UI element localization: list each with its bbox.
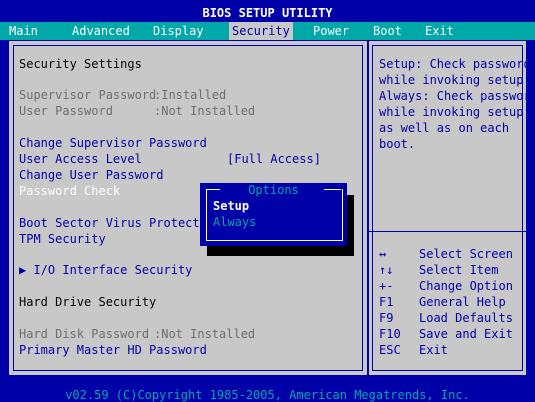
key-select-item-desc: Select Item [419,263,499,277]
help-text-line: as well as on each [379,121,510,135]
help-panel-divider [369,231,526,232]
title-bar: BIOS SETUP UTILITY [0,6,535,20]
option-always[interactable]: Always [213,215,256,229]
user-access-level-label[interactable]: User Access Level [19,152,142,166]
supervisor-password-label: Supervisor Password [19,88,157,102]
menu-power[interactable]: Power [310,22,352,40]
change-supervisor-password-item[interactable]: Change Supervisor Password [19,136,207,150]
help-panel: Setup: Check password while invoking set… [369,41,535,375]
key-f10-desc: Save and Exit [419,327,513,341]
password-check-item[interactable]: Password Check [19,184,120,198]
copyright-text: v02.59 (C)Copyright 1985-2005, American … [65,388,470,402]
hard-disk-password-value: :Not Installed [154,327,256,341]
option-setup[interactable]: Setup [213,199,249,213]
menu-advanced[interactable]: Advanced [69,22,133,40]
bios-screen: BIOS SETUP UTILITY Main Advanced Display… [0,0,535,402]
key-esc-desc: Exit [419,343,448,357]
help-text-line: Always: Check password [379,89,535,103]
tpm-security-item[interactable]: TPM Security [19,232,106,246]
key-f9: F9 [379,311,394,325]
user-password-label: User Password [19,104,113,118]
key-f10: F10 [379,327,401,341]
menu-exit[interactable]: Exit [422,22,457,40]
key-select-screen-icon: ↔ [379,247,387,261]
menu-bar: Main Advanced Display Security Power Boo… [0,22,535,40]
options-popup: Options Setup Always [200,183,347,246]
menu-display[interactable]: Display [150,22,207,40]
menu-main[interactable]: Main [6,22,41,40]
key-f9-desc: Load Defaults [419,311,513,325]
hard-disk-password-label: Hard Disk Password [19,327,150,341]
user-password-value: :Not Installed [154,104,256,118]
help-text-line: boot. [379,137,416,151]
key-esc: ESC [379,343,401,357]
key-f1-desc: General Help [419,295,506,309]
help-text-line: while invoking setup. [379,73,531,87]
key-f1: F1 [379,295,394,309]
section-title-security-settings: Security Settings [19,57,142,71]
supervisor-password-value: :Installed [154,88,227,102]
menu-security[interactable]: Security [229,22,293,40]
help-text-line: while invoking setup [379,105,524,119]
footer-bar: v02.59 (C)Copyright 1985-2005, American … [0,386,535,402]
section-title-hard-drive-security: Hard Drive Security [19,295,157,309]
options-popup-title: Options [248,183,299,197]
primary-master-hd-password-item[interactable]: Primary Master HD Password [19,343,207,357]
menu-boot[interactable]: Boot [370,22,405,40]
change-user-password-item[interactable]: Change User Password [19,168,164,182]
io-interface-security-item[interactable]: ▶ I/O Interface Security [19,263,192,277]
key-change-option: +- [379,279,394,293]
boot-sector-virus-protection-item[interactable]: Boot Sector Virus Protectio [19,216,214,230]
user-access-level-value[interactable]: [Full Access] [227,152,321,166]
window-title: BIOS SETUP UTILITY [202,6,333,20]
key-change-option-desc: Change Option [419,279,513,293]
key-select-item-icon: ↑↓ [379,263,394,277]
key-select-screen-desc: Select Screen [419,247,513,261]
help-text-line: Setup: Check password [379,57,531,71]
